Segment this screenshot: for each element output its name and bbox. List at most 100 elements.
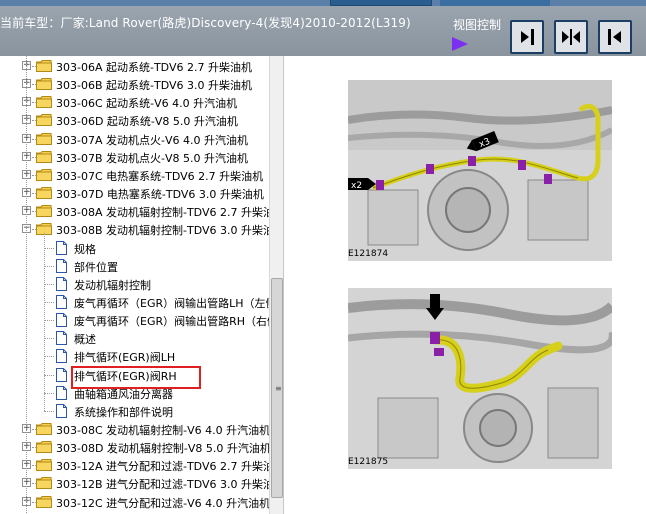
view-control-label: 视图控制: [453, 18, 502, 32]
engine-illustration-2: [348, 288, 612, 469]
tree-item-label: 废气再循环（EGR）阀输出管路LH（左侧: [74, 296, 277, 310]
tree-item-label: 303-08C 发动机辐射控制-V6 4.0 升汽油机: [56, 424, 271, 437]
tree-connector: [44, 374, 54, 376]
tree-connector: [44, 247, 54, 249]
document-icon: [56, 385, 67, 400]
vehicle-title: 当前车型：厂家:Land Rover(路虎)Discovery-4(发现4)20…: [0, 16, 411, 30]
document-icon: [56, 276, 67, 291]
expand-right-button[interactable]: [510, 20, 544, 54]
tree-item-label: 303-07C 电热塞系统-TDV6 2.7 升柴油机: [56, 169, 264, 183]
tree-item-label: 303-12A 进气分配和过滤-TDV6 2.7 升柴油: [56, 460, 274, 474]
selection-highlight: [71, 366, 201, 389]
folder-icon: [36, 150, 52, 163]
tree-folder-item[interactable]: +303-07A 发动机点火-V6 4.0 升汽油机: [0, 130, 270, 148]
document-icon: [56, 240, 67, 255]
collapse-left-panel-icon: [521, 29, 534, 45]
callout-x2: x2: [351, 181, 362, 191]
folder-icon: [36, 114, 52, 127]
grip-icon: ≡: [275, 384, 282, 393]
folder-icon: [36, 60, 52, 72]
tree-item-label: 303-06B 起动系统-TDV6 3.0 升柴油机: [56, 79, 252, 93]
expand-left-button[interactable]: [598, 20, 632, 54]
tree-folder-item[interactable]: +303-08D 发动机辐射控制-V8 5.0 升汽油机: [0, 438, 271, 456]
tree-item-label: 303-12C 进气分配和过滤-V6 4.0 升汽油机: [56, 496, 271, 510]
scroll-thumb[interactable]: ≡: [271, 278, 283, 498]
engine-illustration-1: x2 x3: [348, 80, 612, 261]
split-view-button[interactable]: [554, 20, 588, 54]
tree-folder-item[interactable]: +303-06A 起动系统-TDV6 2.7 升柴油机: [0, 57, 270, 75]
tree-connector: [32, 102, 36, 104]
figure-caption: E121874: [348, 249, 389, 259]
tree-folder-item[interactable]: +303-08C 发动机辐射控制-V6 4.0 升汽油机: [0, 420, 270, 438]
tree-folder-item[interactable]: +303-12B 进气分配和过滤-TDV6 3.0 升柴油: [0, 474, 274, 492]
vertical-scrollbar[interactable]: ≡: [269, 56, 283, 514]
tree-item-label: 303-08D 发动机辐射控制-V8 5.0 升汽油机: [56, 442, 271, 456]
folder-icon: [36, 187, 52, 200]
tree-connector: [32, 120, 36, 122]
tree-connector: [32, 229, 36, 231]
tree-folder-item[interactable]: +303-12C 进气分配和过滤-V6 4.0 升汽油机: [0, 493, 270, 511]
expand-left-panel-icon: [608, 29, 621, 45]
tree-document-item[interactable]: 废气再循环（EGR）阀输出管路LH（左侧: [0, 293, 277, 311]
tree-folder-item[interactable]: +303-07C 电热塞系统-TDV6 2.7 升柴油机: [0, 166, 270, 184]
tree-item-label: 发动机辐射控制: [74, 278, 151, 292]
tree-connector: [32, 501, 36, 503]
navigation-tree-panel: +303-06A 起动系统-TDV6 2.7 升柴油机 +303-06B 起动系统…: [0, 56, 284, 514]
diagram-figure-1: x2 x3 E121874: [348, 80, 612, 261]
tree-folder-item[interactable]: −303-08B 发动机辐射控制-TDV6 3.0 升柴油: [0, 220, 274, 238]
tree-item-label: 排气循环(EGR)阀LH: [74, 351, 176, 365]
header-bar: 当前车型：厂家:Land Rover(路虎)Discovery-4(发现4)20…: [0, 6, 646, 56]
folder-icon: [36, 495, 52, 508]
folder-icon: [36, 441, 52, 454]
tree-folder-item[interactable]: +303-06D 起动系统-V8 5.0 升汽油机: [0, 111, 270, 129]
folder-icon: [36, 96, 52, 109]
tree-connector: [32, 84, 36, 86]
folder-icon: [36, 205, 52, 218]
tree-folder-item[interactable]: +303-06B 起动系统-TDV6 3.0 升柴油机: [0, 75, 270, 93]
tree-document-item[interactable]: 发动机辐射控制: [0, 275, 270, 293]
tree-connector: [32, 138, 36, 140]
tree-folder-item[interactable]: +303-07D 电热塞系统-TDV6 3.0 升柴油机: [0, 184, 270, 202]
tree-connector: [44, 265, 54, 267]
tree-document-item[interactable]: 部件位置: [0, 257, 270, 275]
tree-item-label: 303-08A 发动机辐射控制-TDV6 2.7 升柴油: [56, 206, 274, 220]
tree-connector: [32, 156, 36, 158]
document-icon: [56, 331, 67, 346]
tree-connector: [44, 320, 54, 322]
tree-connector: [32, 66, 36, 67]
tree-item-label: 303-06A 起动系统-TDV6 2.7 升柴油机: [56, 61, 252, 74]
tree-connector: [44, 283, 54, 285]
tree-connector: [44, 232, 45, 411]
folder-icon: [36, 78, 52, 91]
document-icon: [56, 403, 67, 418]
tree-document-item[interactable]: 系统操作和部件说明: [0, 402, 270, 420]
tree-item-label: 303-08B 发动机辐射控制-TDV6 3.0 升柴油: [56, 224, 274, 238]
tree-item-label: 303-12B 进气分配和过滤-TDV6 3.0 升柴油: [56, 478, 274, 492]
tree-connector: [44, 356, 54, 358]
figure-caption: E121875: [348, 457, 389, 467]
tree-connector: [32, 447, 36, 449]
folder-icon: [36, 477, 52, 490]
tree-document-item[interactable]: 排气循环(EGR)阀LH: [0, 347, 270, 365]
tree-connector: [32, 211, 36, 213]
tree-connector: [32, 465, 36, 467]
tree-folder-item[interactable]: +303-12A 进气分配和过滤-TDV6 2.7 升柴油: [0, 456, 274, 474]
document-icon: [56, 349, 67, 364]
tree-folder-item[interactable]: +303-07B 发动机点火-V8 5.0 升汽油机: [0, 148, 270, 166]
tree-item-label: 303-07B 发动机点火-V8 5.0 升汽油机: [56, 151, 248, 165]
tree-document-item[interactable]: 概述: [0, 329, 270, 347]
folder-icon: [36, 459, 52, 472]
tree-item-label: 废气再循环（EGR）阀输出管路RH（右侧: [74, 315, 279, 329]
tree-item-label: 系统操作和部件说明: [74, 405, 173, 419]
tree-folder-item[interactable]: +303-06C 起动系统-V6 4.0 升汽油机: [0, 93, 270, 111]
tree-connector: [32, 193, 36, 195]
tree-item-label: 303-06D 起动系统-V8 5.0 升汽油机: [56, 115, 238, 129]
tree-document-item[interactable]: 规格: [0, 239, 270, 257]
tree-connector: [44, 338, 54, 340]
tree-item-label: 规格: [74, 242, 96, 256]
tree-folder-item[interactable]: +303-08A 发动机辐射控制-TDV6 2.7 升柴油: [0, 202, 274, 220]
tree-connector: [44, 301, 54, 303]
tree-document-item[interactable]: 废气再循环（EGR）阀输出管路RH（右侧: [0, 311, 278, 329]
arrow-right-icon: [452, 37, 468, 51]
tree-item-label: 303-07A 发动机点火-V6 4.0 升汽油机: [56, 133, 248, 147]
